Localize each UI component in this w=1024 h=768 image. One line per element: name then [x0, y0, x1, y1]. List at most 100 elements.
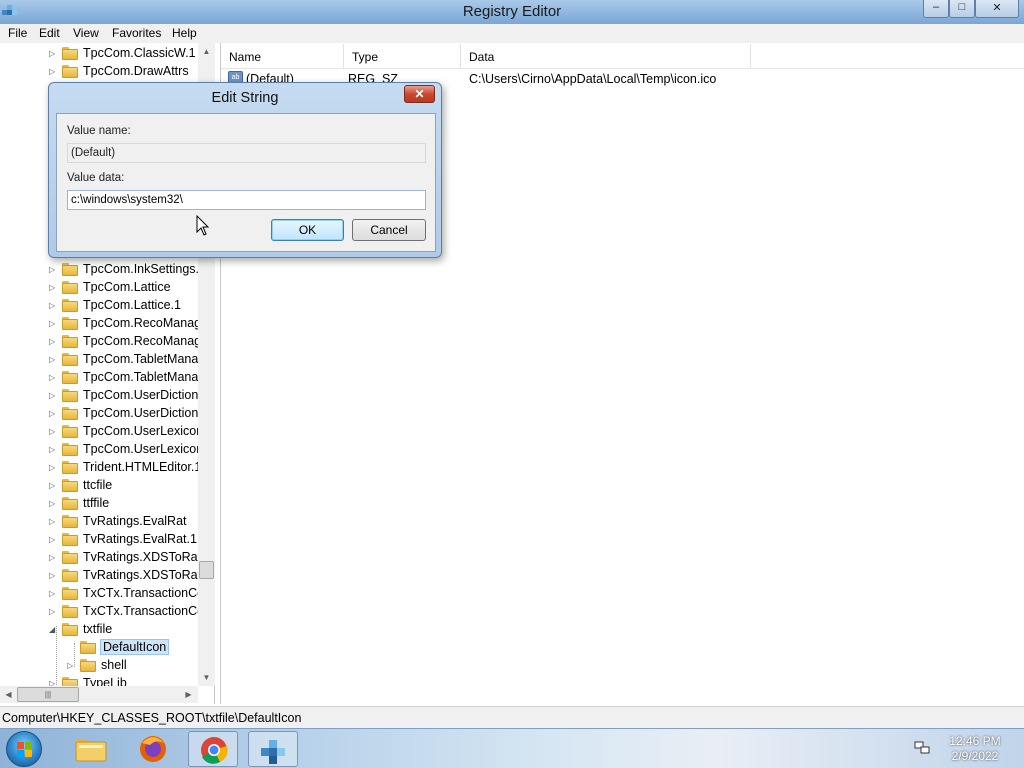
tree-item[interactable]: ▷ TpcCom.TabletMana [0, 351, 200, 369]
column-header-name[interactable]: Name [221, 44, 344, 68]
tree-item[interactable]: ▷ TxCTx.TransactionCo [0, 603, 200, 621]
tree-item[interactable]: ▷ TpcCom.Lattice.1 [0, 297, 200, 315]
tree-item[interactable]: ▷ Trident.HTMLEditor.1 [0, 459, 200, 477]
tree-item[interactable]: ▷ TpcCom.InkSettings.1 [0, 261, 200, 279]
folder-icon [62, 65, 78, 78]
expand-arrow-icon[interactable]: ▷ [49, 373, 57, 382]
firefox-taskbar-button[interactable] [128, 731, 178, 767]
tree-item[interactable]: ▷ TvRatings.EvalRat.1 [0, 531, 200, 549]
folder-icon [62, 281, 78, 294]
scroll-thumb[interactable] [199, 561, 214, 579]
expand-arrow-icon[interactable]: ▷ [49, 571, 57, 580]
tree-item[interactable]: ▷ ttffile [0, 495, 200, 513]
menu-file[interactable]: File [8, 26, 27, 40]
expand-arrow-icon[interactable]: ▷ [49, 481, 57, 490]
tree-item[interactable]: ▷ TpcCom.RecoManage [0, 315, 200, 333]
expand-arrow-icon[interactable]: ▷ [49, 301, 57, 310]
menu-edit[interactable]: Edit [39, 26, 60, 40]
system-clock[interactable]: 12:46 PM 2/9/2022 [940, 734, 1010, 764]
expand-arrow-icon[interactable]: ▷ [49, 337, 57, 346]
expand-arrow-icon[interactable]: ▷ [49, 589, 57, 598]
expand-arrow-icon[interactable]: ▷ [49, 463, 57, 472]
tree-item-label: TvRatings.XDSToRat [83, 550, 200, 564]
expand-arrow-icon[interactable]: ▷ [49, 607, 57, 616]
menu-help[interactable]: Help [172, 26, 197, 40]
expand-arrow-icon[interactable]: ▷ [49, 49, 57, 58]
scroll-right-icon[interactable]: ▶ [180, 686, 197, 703]
tree-item[interactable]: ▷ TpcCom.UserDictiona [0, 405, 200, 423]
tree-item-label: ttffile [83, 496, 110, 510]
tree-item-label: TpcCom.InkSettings.1 [83, 262, 200, 276]
tree-item[interactable]: ▷ ttcfile [0, 477, 200, 495]
start-button[interactable] [6, 731, 42, 767]
cancel-button[interactable]: Cancel [352, 219, 426, 241]
tree-item-label: TpcCom.Lattice [83, 280, 171, 294]
tree-item-label: txtfile [83, 622, 113, 636]
minimize-button[interactable]: – [923, 0, 949, 18]
tree-item[interactable]: ▷ TpcCom.Lattice [0, 279, 200, 297]
expand-arrow-icon[interactable]: ▷ [67, 661, 75, 670]
folder-icon [62, 263, 78, 276]
expand-arrow-icon[interactable]: ◢ [49, 625, 57, 634]
expand-arrow-icon[interactable]: ▷ [49, 391, 57, 400]
expand-arrow-icon[interactable]: ▷ [49, 553, 57, 562]
tree-item-label: TvRatings.XDSToRat.1 [83, 568, 200, 582]
close-button[interactable]: ✕ [975, 0, 1019, 18]
expand-arrow-icon[interactable]: ▷ [49, 535, 57, 544]
menu-bar: File Edit View Favorites Help [0, 24, 1024, 43]
mouse-cursor-icon [196, 215, 210, 236]
tree-item[interactable]: ▷ shell [0, 657, 200, 675]
folder-icon [62, 569, 78, 582]
expand-arrow-icon[interactable]: ▷ [49, 517, 57, 526]
restore-icon: □ [958, 1, 966, 13]
expand-arrow-icon[interactable]: ▷ [49, 283, 57, 292]
tree-item[interactable]: ▷ TxCTx.TransactionCo [0, 585, 200, 603]
tree-item[interactable]: ▷ TvRatings.XDSToRat.1 [0, 567, 200, 585]
scroll-down-icon[interactable]: ▼ [198, 669, 215, 686]
explorer-taskbar-button[interactable] [66, 731, 116, 767]
tree-item-label: TpcCom.ClassicW.1 [83, 46, 196, 60]
menu-favorites[interactable]: Favorites [112, 26, 161, 40]
folder-icon [75, 739, 107, 762]
expand-arrow-icon[interactable]: ▷ [49, 265, 57, 274]
network-icon[interactable] [914, 741, 930, 755]
expand-arrow-icon[interactable]: ▷ [49, 67, 57, 76]
ok-button[interactable]: OK [271, 219, 344, 241]
tree-item[interactable]: ◢ txtfile [0, 621, 200, 639]
tree-item[interactable]: ▷ TpcCom.UserDictiona [0, 387, 200, 405]
tree-item[interactable]: ▷ TpcCom.UserLexiconl [0, 423, 200, 441]
tree-horizontal-scrollbar[interactable]: ◀ ||| ▶ [0, 686, 198, 703]
maximize-button[interactable]: □ [949, 0, 975, 18]
scroll-up-icon[interactable]: ▲ [198, 43, 215, 60]
tree-item-label: Trident.HTMLEditor.1 [83, 460, 200, 474]
expand-arrow-icon[interactable]: ▷ [49, 409, 57, 418]
tree-item[interactable]: ▷ TpcCom.UserLexiconl [0, 441, 200, 459]
column-header-type[interactable]: Type [344, 44, 461, 68]
tree-item-label: ttcfile [83, 478, 113, 492]
scroll-left-icon[interactable]: ◀ [0, 686, 17, 703]
registry-editor-icon [261, 740, 285, 764]
expand-arrow-icon[interactable]: ▷ [49, 499, 57, 508]
expand-arrow-icon[interactable]: ▷ [49, 319, 57, 328]
expand-arrow-icon[interactable]: ▷ [49, 355, 57, 364]
tree-item[interactable]: ▷ TpcCom.DrawAttrs [0, 63, 200, 81]
value-name-field [67, 143, 426, 163]
tree-item[interactable]: ▷ TpcCom.RecoManage [0, 333, 200, 351]
dialog-close-button[interactable]: ✕ [404, 85, 435, 103]
tree-item[interactable]: ▷ TvRatings.XDSToRat [0, 549, 200, 567]
tree-item[interactable]: ▷ TpcCom.TabletMana [0, 369, 200, 387]
expand-arrow-icon[interactable]: ▷ [49, 427, 57, 436]
menu-view[interactable]: View [73, 26, 99, 40]
column-header-data[interactable]: Data [461, 44, 751, 68]
tree-item[interactable]: DefaultIcon [0, 639, 200, 657]
tree-item[interactable]: ▷ TvRatings.EvalRat [0, 513, 200, 531]
value-name-label: Value name: [67, 125, 131, 137]
value-data-field[interactable] [67, 190, 426, 210]
scroll-thumb-horizontal[interactable]: ||| [17, 687, 79, 702]
regedit-taskbar-button[interactable] [248, 731, 298, 767]
tree-item[interactable]: ▷ TpcCom.ClassicW.1 [0, 45, 200, 63]
chrome-taskbar-button[interactable] [188, 731, 238, 767]
expand-arrow-icon[interactable]: ▷ [49, 445, 57, 454]
tree-item-label: TpcCom.DrawAttrs [83, 64, 189, 78]
